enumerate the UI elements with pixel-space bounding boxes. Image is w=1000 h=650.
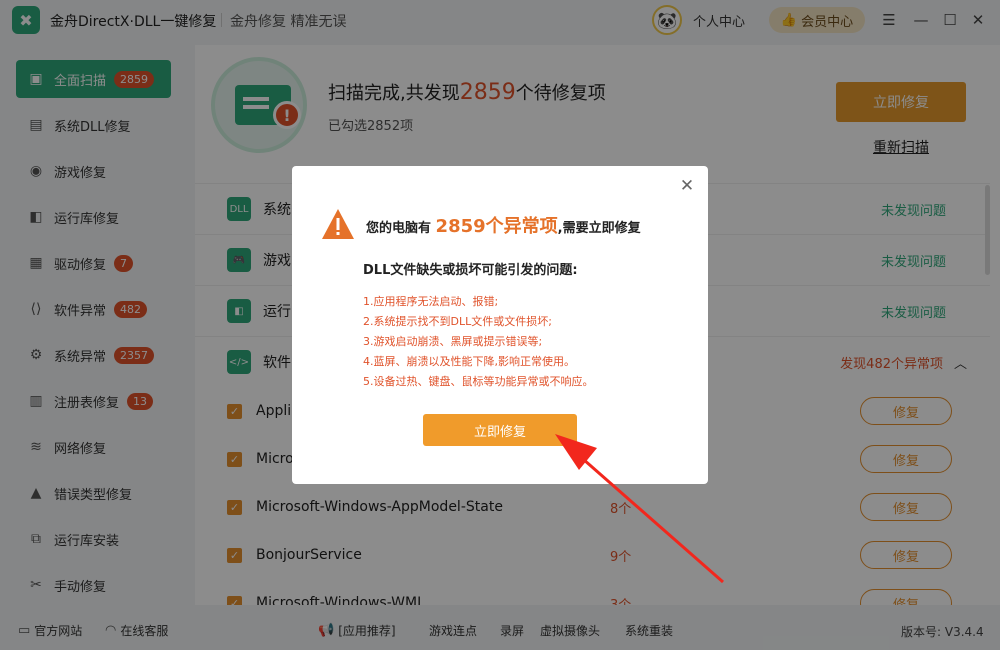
dialog-heading-prefix: 您的电脑有 <box>366 221 432 236</box>
reason-item: 1.应用程序无法启动、报错; <box>363 295 499 308</box>
dialog-heading-suffix: ,需要立即修复 <box>557 221 641 236</box>
warning-icon <box>322 209 354 239</box>
pointer-arrow-icon <box>555 434 724 584</box>
reason-item: 4.蓝屏、崩溃以及性能下降,影响正常使用。 <box>363 355 575 368</box>
reason-list: 1.应用程序无法启动、报错; 2.系统提示找不到DLL文件或文件损坏; 3.游戏… <box>363 292 594 392</box>
reason-item: 3.游戏启动崩溃、黑屏或提示错误等; <box>363 335 543 348</box>
close-icon[interactable]: ✕ <box>678 176 696 196</box>
reason-item: 2.系统提示找不到DLL文件或文件损坏; <box>363 315 552 328</box>
reason-item: 5.设备过热、键盘、鼠标等功能异常或不响应。 <box>363 375 594 388</box>
dialog-subtitle: DLL文件缺失或损坏可能引发的问题: <box>363 263 578 278</box>
dialog-heading: 您的电脑有 2859个异常项,需要立即修复 <box>366 212 641 238</box>
dialog-issue-count: 2859个异常项 <box>435 216 558 237</box>
